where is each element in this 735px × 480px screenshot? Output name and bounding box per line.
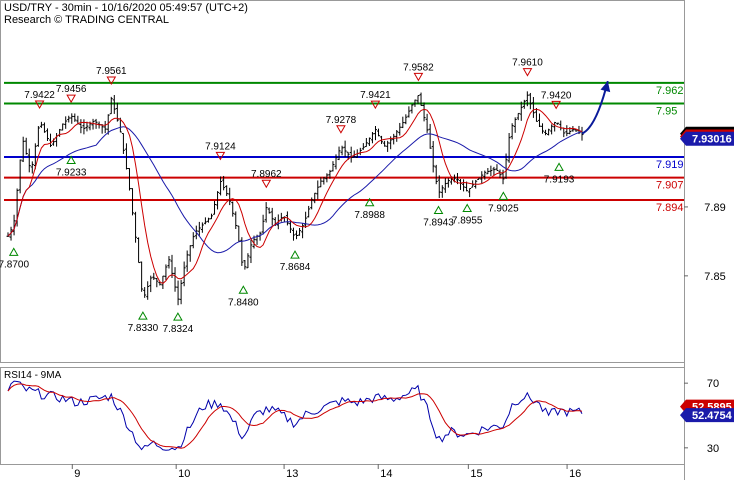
price-y-tick-label: 7.85 xyxy=(704,271,725,283)
x-axis-label: 14 xyxy=(380,468,392,480)
swing-low-marker xyxy=(173,312,183,321)
swing-high-label: 7.9278 xyxy=(326,115,357,126)
price-panel-frame xyxy=(0,0,685,363)
swing-low-label: 7.8324 xyxy=(163,324,194,335)
swing-low-marker xyxy=(290,250,300,259)
level-label-pivot: 7.919 xyxy=(656,159,684,171)
swing-high-marker xyxy=(413,72,424,82)
swing-high-label: 7.9456 xyxy=(56,84,87,95)
swing-high-label: 7.9610 xyxy=(512,58,543,69)
swing-low-label: 7.8684 xyxy=(280,262,311,273)
price-y-tick-label: 7.89 xyxy=(704,202,725,214)
swing-low-marker xyxy=(433,205,444,215)
swing-high-label: 7.9124 xyxy=(205,141,236,152)
x-axis-label: 16 xyxy=(569,468,581,480)
swing-low-label: 7.9025 xyxy=(488,203,519,214)
swing-high-label: 7.9582 xyxy=(403,62,434,73)
ma-fast-line xyxy=(7,108,583,285)
x-axis-label: 10 xyxy=(178,468,190,480)
swing-low-label: 7.8988 xyxy=(354,210,385,221)
chart-canvas: 7.857.897.9627.957.9197.9077.8947.94227.… xyxy=(0,0,734,480)
rsi-panel-title: RSI14 - 9MA xyxy=(4,370,62,381)
swing-low-label: 7.8700 xyxy=(0,259,29,270)
swing-high-label: 7.9420 xyxy=(541,90,572,101)
swing-low-marker xyxy=(554,162,564,171)
swing-low-label: 7.9193 xyxy=(544,174,575,185)
swing-high-marker xyxy=(370,100,381,110)
swing-high-marker xyxy=(336,125,346,134)
rsi-line xyxy=(7,380,583,451)
swing-high-label: 7.9561 xyxy=(96,66,127,77)
swing-low-label: 7.9233 xyxy=(56,168,87,179)
level-label-resistance: 7.962 xyxy=(656,85,684,97)
swing-low-label: 7.8955 xyxy=(452,215,483,226)
rsi-y-tick-label: 30 xyxy=(707,443,719,455)
x-axis-label: 15 xyxy=(470,468,482,480)
swing-low-marker xyxy=(238,285,249,294)
swing-low-label: 7.8330 xyxy=(128,323,159,334)
x-axis-label: 13 xyxy=(286,468,298,480)
swing-high-marker xyxy=(261,179,272,189)
swing-high-label: 7.9421 xyxy=(360,90,391,101)
swing-low-marker xyxy=(8,247,19,256)
ma-slow-line xyxy=(7,126,583,254)
rsi-panel-frame xyxy=(0,367,685,465)
swing-high-marker xyxy=(215,151,226,161)
swing-low-marker xyxy=(138,311,148,320)
price-tag-label: 7.93016 xyxy=(692,134,732,146)
swing-low-marker xyxy=(498,191,509,200)
swing-high-marker xyxy=(66,94,77,104)
swing-high-label: 7.8962 xyxy=(251,169,282,180)
level-label-support: 7.907 xyxy=(656,180,684,192)
rsi-y-tick-label: 70 xyxy=(707,378,719,390)
level-label-resistance: 7.95 xyxy=(656,106,677,118)
x-axis-label: 9 xyxy=(74,468,80,480)
swing-high-marker xyxy=(551,100,562,110)
swing-high-label: 7.9422 xyxy=(24,90,55,101)
rsi-ma-line xyxy=(7,383,583,449)
swing-high-marker xyxy=(522,68,533,77)
level-label-support: 7.894 xyxy=(656,202,684,214)
rsi-tag-label: 52.4754 xyxy=(692,410,733,422)
swing-low-label: 7.8943 xyxy=(423,218,454,229)
swing-low-marker xyxy=(462,203,473,212)
swing-low-label: 7.8480 xyxy=(228,297,259,308)
